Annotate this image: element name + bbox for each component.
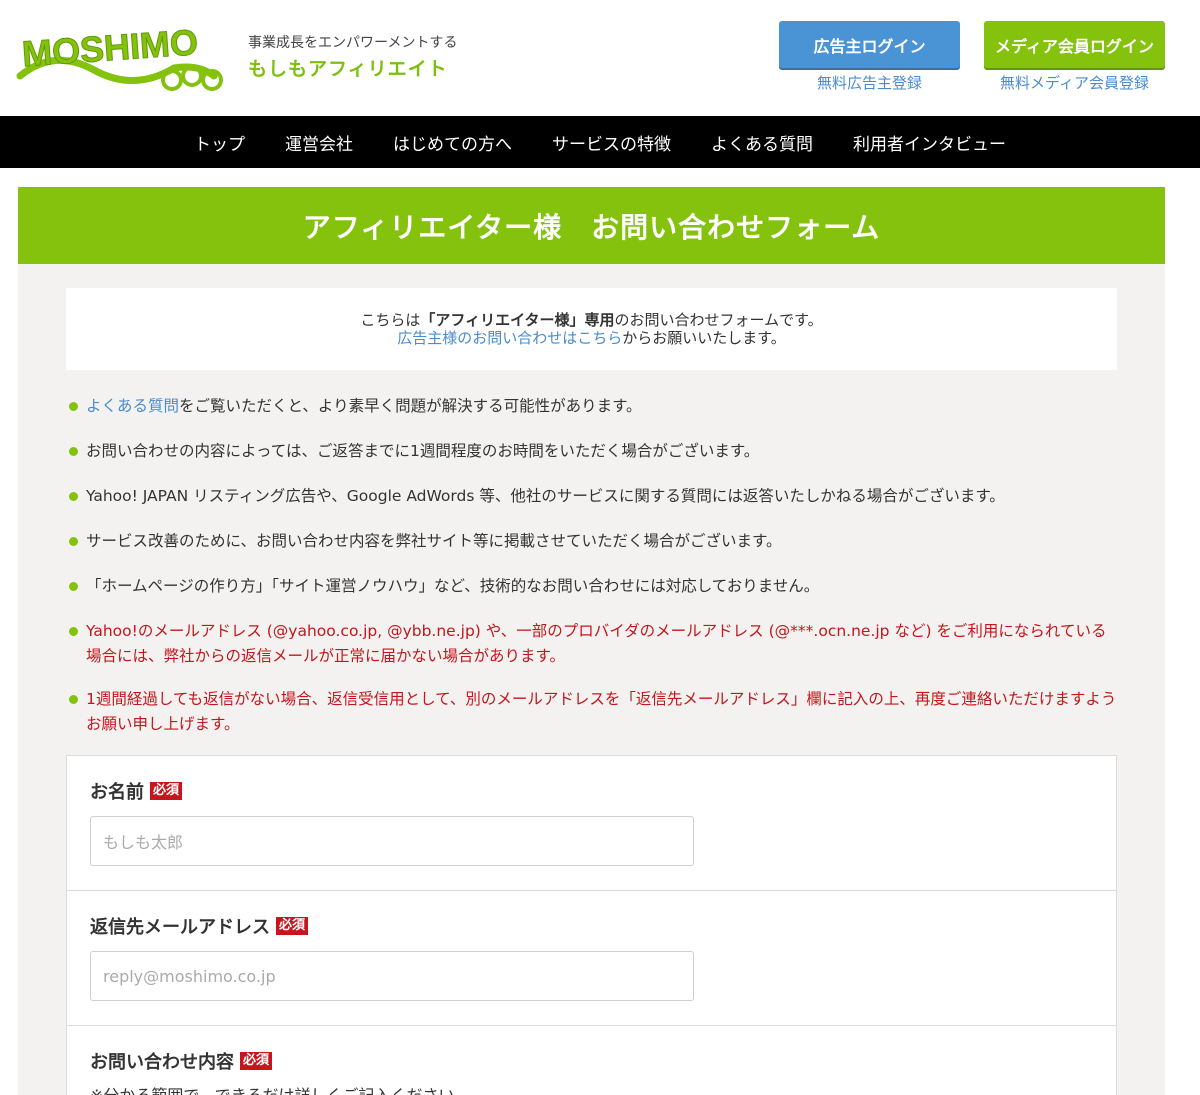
notice-line2-suffix: からお願いいたします。 bbox=[622, 329, 786, 347]
notice-box: こちらは「アフィリエイター様」専用のお問い合わせフォームです。 広告主様のお問い… bbox=[66, 288, 1117, 370]
notice-suffix: のお問い合わせフォームです。 bbox=[614, 311, 823, 329]
notice-prefix: こちらは bbox=[360, 311, 421, 329]
media-login-button[interactable]: メディア会員ログイン bbox=[984, 21, 1165, 68]
list-item: よくある質問をご覧いただくと、より素早く問題が解決する可能性があります。 bbox=[66, 394, 1117, 419]
brand-name: もしもアフィリエイト bbox=[248, 58, 448, 80]
advertiser-login-button[interactable]: 広告主ログイン bbox=[779, 21, 960, 68]
list-item: Yahoo! JAPAN リスティング広告や、Google AdWords 等、… bbox=[66, 484, 1117, 509]
nav-item-faq[interactable]: よくある質問 bbox=[711, 130, 813, 155]
inquiry-label: お問い合わせ内容 必須 bbox=[90, 1048, 1093, 1074]
notice-bold: 「アフィリエイター様」専用 bbox=[420, 311, 615, 329]
site-header: MOSHIMO 事業成長をエンパワーメントする もしもアフィリエイト 広告主ログ… bbox=[0, 0, 1200, 116]
list-item-warning: Yahoo!のメールアドレス (@yahoo.co.jp, @ybb.ne.jp… bbox=[66, 619, 1117, 669]
inquiry-field-group: お問い合わせ内容 必須 ※分かる範囲で、できるだけ詳しくご記入ください bbox=[67, 1026, 1116, 1095]
name-label: お名前 必須 bbox=[90, 778, 1093, 804]
media-register-link[interactable]: 無料メディア会員登録 bbox=[984, 72, 1165, 93]
inquiry-hint: ※分かる範囲で、できるだけ詳しくご記入ください bbox=[90, 1082, 1093, 1095]
notice-line-2: 広告主様のお問い合わせはこちらからお願いいたします。 bbox=[397, 329, 786, 347]
page-title-bar: アフィリエイター様 お問い合わせフォーム bbox=[18, 187, 1165, 264]
list-item: お問い合わせの内容によっては、ご返答までに1週間程度のお時間をいただく場合がござ… bbox=[66, 439, 1117, 464]
faq-link[interactable]: よくある質問 bbox=[86, 397, 179, 415]
tagline: 事業成長をエンパワーメントする bbox=[248, 35, 458, 51]
required-badge: 必須 bbox=[240, 1052, 273, 1070]
email-label: 返信先メールアドレス 必須 bbox=[90, 913, 1093, 939]
nav-item-beginners[interactable]: はじめての方へ bbox=[393, 130, 512, 155]
nav-item-interviews[interactable]: 利用者インタビュー bbox=[853, 130, 1006, 155]
list-item-warning: 1週間経過しても返信がない場合、返信受信用として、別のメールアドレスを「返信先メ… bbox=[66, 687, 1117, 737]
contact-form: お名前 必須 もしも太郎 返信先メールアドレス 必須 reply@moshimo… bbox=[66, 755, 1117, 1095]
email-field-group: 返信先メールアドレス 必須 reply@moshimo.co.jp bbox=[67, 891, 1116, 1026]
required-badge: 必須 bbox=[150, 782, 183, 800]
main-nav: トップ 運営会社 はじめての方へ サービスの特徴 よくある質問 利用者インタビュ… bbox=[0, 116, 1200, 168]
email-label-text: 返信先メールアドレス bbox=[90, 917, 270, 938]
list-item: サービス改善のために、お問い合わせ内容を弊社サイト等に掲載させていただく場合がご… bbox=[66, 529, 1117, 554]
list-item: 「ホームページの作り方」「サイト運営ノウハウ」など、技術的なお問い合わせには対応… bbox=[66, 574, 1117, 599]
notes-list: よくある質問をご覧いただくと、より素早く問題が解決する可能性があります。 お問い… bbox=[66, 394, 1117, 737]
notice-line-1: こちらは「アフィリエイター様」専用のお問い合わせフォームです。 bbox=[360, 311, 822, 329]
required-badge: 必須 bbox=[276, 917, 309, 935]
nav-item-company[interactable]: 運営会社 bbox=[285, 130, 353, 155]
advertiser-inquiry-link[interactable]: 広告主様のお問い合わせはこちら bbox=[397, 329, 622, 347]
advertiser-register-link[interactable]: 無料広告主登録 bbox=[779, 72, 960, 93]
nav-item-top[interactable]: トップ bbox=[194, 130, 245, 155]
inquiry-label-text: お問い合わせ内容 bbox=[90, 1052, 234, 1073]
moshimo-logo[interactable]: MOSHIMO bbox=[14, 18, 229, 98]
main-content: アフィリエイター様 お問い合わせフォーム こちらは「アフィリエイター様」専用のお… bbox=[18, 187, 1165, 1095]
list-item-text: をご覧いただくと、より素早く問題が解決する可能性があります。 bbox=[179, 397, 642, 415]
page-title: アフィリエイター様 お問い合わせフォーム bbox=[302, 210, 881, 244]
name-input[interactable]: もしも太郎 bbox=[90, 816, 694, 866]
name-label-text: お名前 bbox=[90, 782, 144, 803]
email-input[interactable]: reply@moshimo.co.jp bbox=[90, 951, 694, 1001]
nav-item-features[interactable]: サービスの特徴 bbox=[552, 130, 671, 155]
name-field-group: お名前 必須 もしも太郎 bbox=[67, 756, 1116, 891]
